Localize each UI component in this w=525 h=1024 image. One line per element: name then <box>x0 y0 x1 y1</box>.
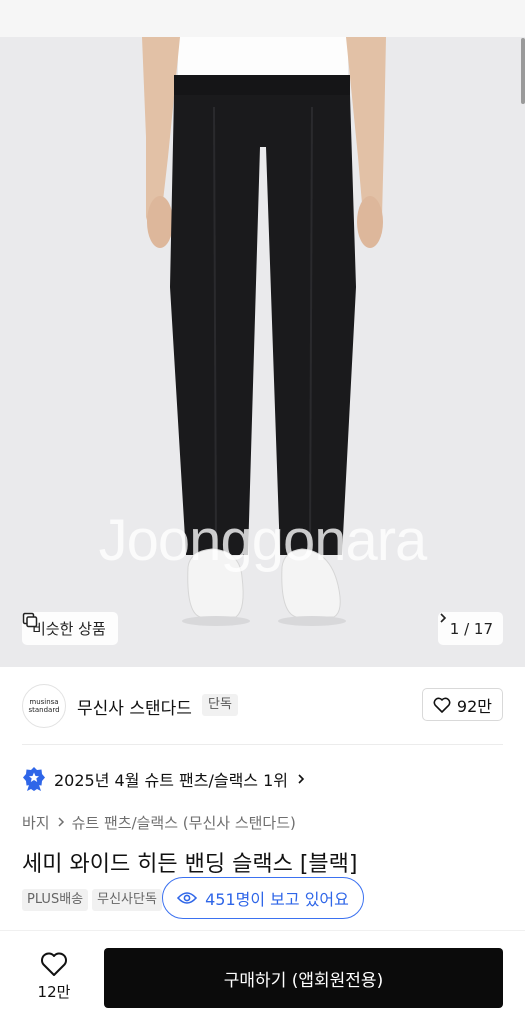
buy-button[interactable]: 구매하기 (앱회원전용) <box>104 948 503 1008</box>
breadcrumb-category[interactable]: 슈트 팬츠/슬랙스 (무신사 스탠다드) <box>72 812 296 833</box>
brand-like-button[interactable]: 92만 <box>421 688 503 721</box>
watermark: Joonggonara <box>98 508 428 573</box>
favorite-button[interactable]: 12만 <box>22 951 86 1007</box>
brand-logo-line2: standard <box>28 706 60 714</box>
live-viewers-toast: 451명이 보고 있어요 <box>162 877 364 919</box>
top-bar <box>0 0 525 37</box>
image-page-counter[interactable]: 1 / 17 <box>437 612 503 645</box>
left-hand <box>147 196 173 248</box>
trousers <box>170 95 356 555</box>
tag-plus-delivery: PLUS배송 <box>22 889 89 911</box>
product-tags: PLUS배송 무신사단독 <box>22 889 162 911</box>
chevron-right-icon <box>58 817 64 827</box>
divider <box>22 744 503 745</box>
exclusive-badge: 단독 <box>202 694 238 716</box>
scrollbar[interactable] <box>521 38 525 104</box>
shirt <box>178 37 348 79</box>
ranking-link[interactable]: 2025년 4월 슈트 팬츠/슬랙스 1위 <box>22 765 306 793</box>
heart-icon <box>433 697 451 713</box>
right-hand <box>357 196 383 248</box>
copy-icon <box>22 612 38 628</box>
chevron-right-icon <box>298 774 305 784</box>
eye-icon <box>177 892 198 904</box>
breadcrumb-root[interactable]: 바지 <box>22 812 50 833</box>
ranking-text: 2025년 4월 슈트 팬츠/슬랙스 1위 <box>54 771 289 790</box>
brand-logo-line1: musinsa <box>29 698 59 706</box>
tag-exclusive: 무신사단독 <box>92 889 162 911</box>
product-title: 세미 와이드 히든 밴딩 슬랙스 [블랙] <box>22 852 358 877</box>
heart-icon <box>41 952 67 976</box>
page-counter-text: 1 / 17 <box>449 619 493 638</box>
favorite-count: 12만 <box>37 983 71 1001</box>
similar-products-button[interactable]: 비슷한 상품 <box>22 612 118 645</box>
brand-name[interactable]: 무신사 스탠다드 <box>77 694 192 719</box>
rank-badge-icon <box>23 767 45 791</box>
live-viewers-text: 451명이 보고 있어요 <box>205 890 349 909</box>
bottom-action-bar: 12만 구매하기 (앱회원전용) <box>0 930 525 1024</box>
product-image-gallery[interactable]: Joonggonara 비슷한 상품 1 / 17 <box>0 37 525 667</box>
brand-logo[interactable]: musinsa standard <box>22 684 66 728</box>
brand-like-count: 92만 <box>456 696 492 716</box>
brand-row: musinsa standard 무신사 스탠다드 단독 92만 <box>22 684 503 728</box>
chevron-right-icon <box>440 613 446 623</box>
breadcrumb: 바지 슈트 팬츠/슬랙스 (무신사 스탠다드) <box>22 810 296 834</box>
similar-products-label: 비슷한 상품 <box>32 620 106 638</box>
